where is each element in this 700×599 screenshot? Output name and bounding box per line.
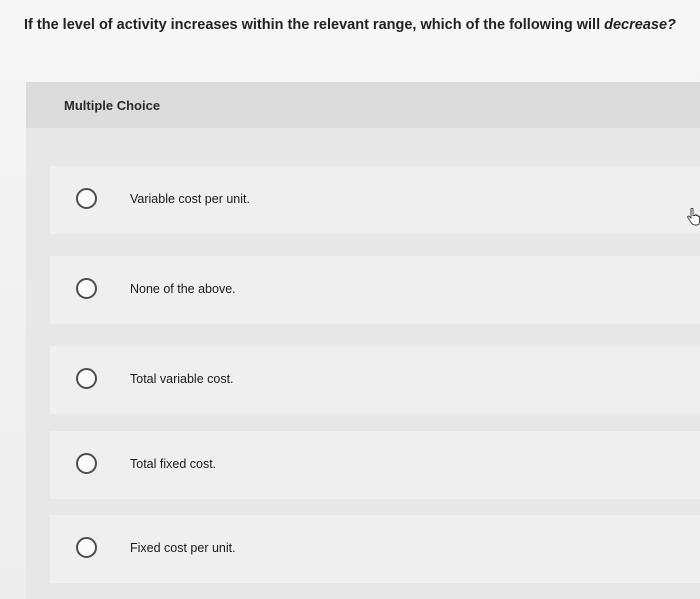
- choice-option-2[interactable]: None of the above.: [50, 256, 700, 324]
- choice-option-3[interactable]: Total variable cost.: [50, 346, 700, 414]
- hand-pointer-cursor-icon: [687, 208, 700, 226]
- quiz-page: If the level of activity increases withi…: [0, 0, 700, 599]
- radio-unselected-icon[interactable]: [76, 368, 97, 389]
- choice-option-5[interactable]: Fixed cost per unit.: [50, 515, 700, 583]
- panel-header-label: Multiple Choice: [64, 98, 161, 113]
- question-body: If the level of activity increases withi…: [24, 17, 605, 33]
- choice-option-4[interactable]: Total fixed cost.: [50, 431, 700, 499]
- question-emphasis: decrease?: [604, 17, 676, 33]
- question-text: If the level of activity increases withi…: [24, 15, 684, 35]
- choice-label: Total fixed cost.: [130, 457, 217, 471]
- choice-label: None of the above.: [130, 282, 236, 296]
- radio-unselected-icon[interactable]: [76, 278, 97, 299]
- radio-unselected-icon[interactable]: [76, 453, 97, 474]
- choice-option-1[interactable]: Variable cost per unit.: [50, 166, 700, 234]
- choice-label: Fixed cost per unit.: [130, 541, 236, 555]
- multiple-choice-panel: Multiple Choice Variable cost per unit. …: [26, 82, 700, 599]
- choice-label: Variable cost per unit.: [130, 192, 250, 206]
- panel-header: Multiple Choice: [26, 82, 700, 128]
- choice-label: Total variable cost.: [130, 372, 234, 386]
- radio-unselected-icon[interactable]: [76, 537, 97, 558]
- radio-unselected-icon[interactable]: [76, 188, 97, 209]
